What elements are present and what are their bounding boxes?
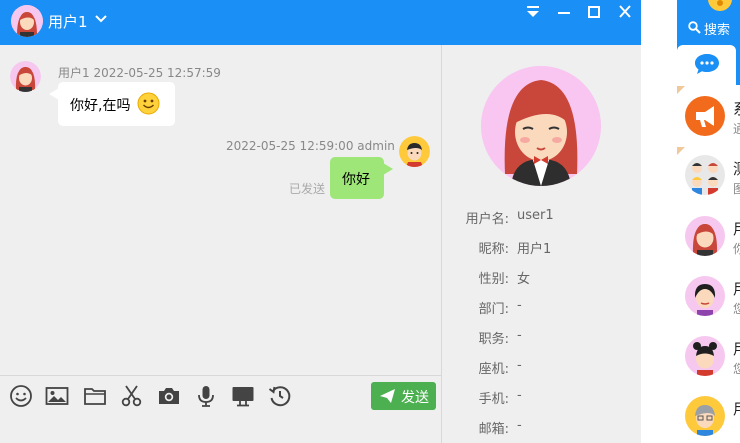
conversation-preview: 您	[733, 362, 740, 376]
send-button-label: 发送	[401, 390, 429, 406]
landline-label: 座机:	[478, 362, 509, 377]
profile-avatar	[481, 66, 601, 186]
title-bar: 用户1	[0, 0, 641, 45]
conversation-avatar[interactable]	[685, 276, 725, 316]
conversation-name[interactable]: 用	[733, 398, 740, 419]
message-meta: 2022-05-25 12:59:00 admin	[226, 139, 395, 153]
username-value: user1	[517, 208, 554, 223]
sender-avatar[interactable]	[10, 61, 41, 92]
dropdown-menu-icon[interactable]	[523, 4, 543, 20]
email-label: 邮箱:	[478, 422, 509, 437]
landline-value: -	[517, 358, 522, 373]
conversation-name[interactable]: 系	[733, 98, 740, 119]
conversation-avatar[interactable]	[685, 155, 725, 195]
username-label: 用户名:	[465, 212, 509, 227]
message-text: 你好,在吗	[70, 98, 131, 114]
position-label: 职务:	[478, 332, 509, 347]
panel-divider	[441, 45, 442, 443]
message-time: 2022-05-25 12:59:00	[226, 139, 354, 153]
unread-marker	[677, 147, 685, 155]
message-bubble-outgoing[interactable]: 你好	[330, 157, 393, 199]
window-gap	[641, 0, 677, 443]
message-sender: admin	[357, 139, 395, 153]
message-sender: 用户1	[58, 66, 90, 80]
scissors-icon[interactable]	[120, 384, 144, 408]
send-button[interactable]: 发送	[371, 382, 436, 410]
sent-status: 已发送	[289, 182, 326, 196]
message-bubble-incoming[interactable]: 你好,在吗	[49, 82, 175, 126]
folder-icon[interactable]	[83, 384, 107, 408]
conversation-avatar[interactable]	[685, 216, 725, 256]
user-avatar-icon	[692, 224, 718, 256]
my-avatar[interactable]	[399, 136, 430, 167]
smile-emoji-icon	[137, 92, 160, 115]
email-value: -	[517, 418, 522, 433]
camera-icon[interactable]	[157, 384, 181, 408]
image-icon[interactable]	[45, 384, 69, 408]
conversation-avatar[interactable]	[685, 96, 725, 136]
mobile-label: 手机:	[478, 392, 509, 407]
chat-window: 用户1 用户1 2022-05-25 12:57:59 你好,在吗 2022-0…	[0, 0, 641, 443]
chevron-down-icon[interactable]	[94, 12, 108, 26]
close-icon[interactable]	[615, 4, 635, 20]
gender-value: 女	[517, 272, 531, 287]
message-time: 2022-05-25 12:57:59	[93, 66, 221, 80]
conversation-preview: 你	[733, 242, 740, 256]
my-avatar-icon[interactable]	[707, 0, 733, 12]
nickname-label: 昵称:	[478, 242, 509, 257]
window-title[interactable]: 用户1	[48, 11, 88, 32]
history-icon[interactable]	[268, 384, 292, 408]
position-value: -	[517, 328, 522, 343]
user-avatar-icon	[695, 405, 715, 436]
search-label: 搜索	[704, 23, 731, 38]
user-avatar-icon	[693, 342, 717, 376]
chat-bubble-icon	[695, 54, 719, 74]
conversation-avatar[interactable]	[685, 396, 725, 436]
conversation-avatar[interactable]	[685, 336, 725, 376]
divider	[0, 375, 441, 376]
search-icon	[688, 21, 701, 34]
tab-messages[interactable]	[677, 45, 736, 85]
conversation-name[interactable]: 用	[733, 218, 740, 239]
conversation-name[interactable]: 用	[733, 338, 740, 359]
message-text: 你好	[342, 172, 370, 188]
group-avatar-icon	[692, 163, 718, 195]
conversation-name[interactable]: 用	[733, 278, 740, 299]
monitor-icon[interactable]	[231, 384, 255, 408]
contact-avatar[interactable]	[11, 5, 43, 37]
message-meta: 用户1 2022-05-25 12:57:59	[58, 64, 221, 81]
conversation-name[interactable]: 测	[733, 158, 740, 179]
microphone-icon[interactable]	[194, 384, 218, 408]
send-icon	[380, 389, 395, 403]
conversation-preview: 您	[733, 302, 740, 316]
user-avatar-icon	[694, 284, 716, 316]
conversation-preview: 通	[733, 122, 740, 136]
nickname-value: 用户1	[517, 242, 552, 257]
megaphone-icon	[696, 106, 714, 127]
mobile-value: -	[517, 388, 522, 403]
maximize-icon[interactable]	[584, 4, 604, 20]
department-value: -	[517, 298, 522, 313]
gender-label: 性别:	[478, 272, 509, 287]
emoji-icon[interactable]	[9, 384, 33, 408]
minimize-icon[interactable]	[554, 4, 574, 20]
unread-marker	[677, 86, 685, 94]
department-label: 部门:	[478, 302, 509, 317]
conversation-preview: 图	[733, 182, 740, 196]
